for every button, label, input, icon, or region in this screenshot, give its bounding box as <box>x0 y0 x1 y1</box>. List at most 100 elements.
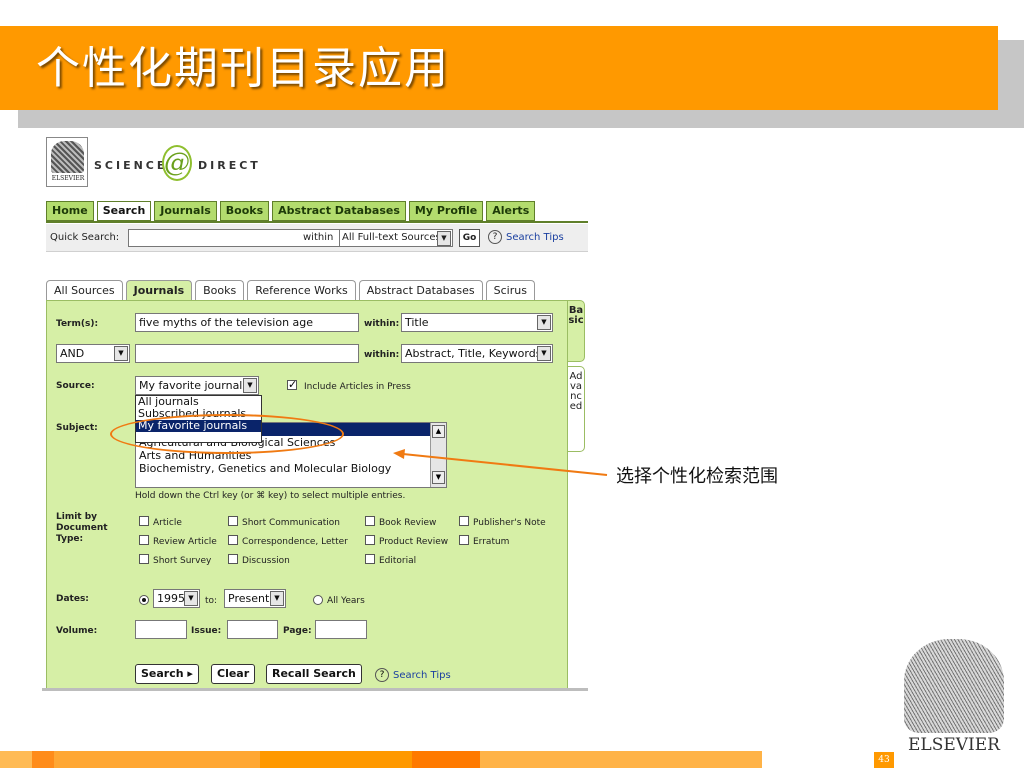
doc-book-review-checkbox[interactable] <box>365 516 375 526</box>
term-input-1[interactable]: five myths of the television age <box>135 313 359 332</box>
callout-arrow-head <box>393 449 405 459</box>
within-select-2[interactable]: Abstract, Title, Keywords ▼ <box>401 344 553 363</box>
clear-button[interactable]: Clear <box>211 664 256 684</box>
tree-icon <box>904 639 1004 733</box>
within-value-2: Abstract, Title, Keywords <box>405 347 542 360</box>
nav-books[interactable]: Books <box>219 201 270 221</box>
logo-word-science: SCIENCE <box>94 159 168 172</box>
date-from-select[interactable]: 1995 ▼ <box>153 589 200 608</box>
doc-correspondence-label: Correspondence, Letter <box>242 537 348 547</box>
within-value-1: Title <box>405 316 429 329</box>
source-label: Source: <box>56 381 95 391</box>
doc-publishers-note-checkbox[interactable] <box>459 516 469 526</box>
source-tabs: All Sources Journals Books Reference Wor… <box>46 280 535 300</box>
recall-search-button[interactable]: Recall Search <box>266 664 362 684</box>
doc-product-review-label: Product Review <box>379 537 449 547</box>
elsevier-mini-logo: ELSEVIER <box>46 137 88 187</box>
callout-arrow <box>393 449 608 476</box>
nav-my-profile[interactable]: My Profile <box>408 201 484 221</box>
quick-scope-value: All Full-text Sources <box>342 232 441 243</box>
chevron-down-icon: ▼ <box>114 346 128 361</box>
nav-divider <box>46 221 588 223</box>
source-select[interactable]: My favorite journals ▼ <box>135 376 259 395</box>
strip-seg-3 <box>54 751 260 768</box>
date-to-select[interactable]: Present ▼ <box>224 589 286 608</box>
chevron-down-icon: ▼ <box>270 591 284 606</box>
quick-scope-select[interactable]: All Full-text Sources ▼ <box>339 229 453 247</box>
chevron-down-icon: ▼ <box>537 315 551 330</box>
doc-short-survey-checkbox[interactable] <box>139 554 149 564</box>
doc-editorial-label: Editorial <box>379 556 417 566</box>
logo-word-direct: DIRECT <box>198 159 261 172</box>
date-to-value: Present <box>228 592 270 605</box>
chevron-down-icon: ▼ <box>184 591 198 606</box>
main-nav: Home Search Journals Books Abstract Data… <box>46 201 536 221</box>
all-years-radio[interactable] <box>313 595 323 605</box>
tab-reference-works[interactable]: Reference Works <box>247 280 356 300</box>
page-number: 43 <box>874 752 894 768</box>
doc-article-label: Article <box>153 518 182 528</box>
nav-alerts[interactable]: Alerts <box>486 201 536 221</box>
tab-abstract-databases[interactable]: Abstract Databases <box>358 280 483 300</box>
help-icon[interactable]: ? <box>488 230 502 244</box>
within-label-1: within: <box>364 319 400 329</box>
nav-abstract-databases[interactable]: Abstract Databases <box>272 201 406 221</box>
help-icon[interactable]: ? <box>375 668 389 682</box>
within-select-1[interactable]: Title ▼ <box>401 313 553 332</box>
within-label-2: within: <box>364 350 400 360</box>
issue-input[interactable] <box>227 620 278 639</box>
search-button[interactable]: Search ▸ <box>135 664 199 684</box>
strip-seg-5 <box>412 751 480 768</box>
all-years-label: All Years <box>327 596 365 606</box>
search-tips-link[interactable]: Search Tips <box>393 670 451 681</box>
volume-input[interactable] <box>135 620 187 639</box>
tab-all-sources[interactable]: All Sources <box>46 280 123 300</box>
quick-within-label: within <box>303 232 334 243</box>
tab-books[interactable]: Books <box>195 280 245 300</box>
tab-basic[interactable]: Basic <box>567 300 585 362</box>
sciencedirect-logo[interactable]: ELSEVIER SCIENCE @ DIRECT <box>46 137 258 189</box>
term-input-2[interactable] <box>135 344 359 363</box>
tree-icon <box>51 141 84 173</box>
include-press-checkbox[interactable] <box>287 378 297 391</box>
strip-seg-1 <box>0 751 32 768</box>
page-input[interactable] <box>315 620 367 639</box>
go-button[interactable]: Go <box>459 229 480 247</box>
date-to-label: to: <box>205 596 218 606</box>
quick-search-tips-link[interactable]: Search Tips <box>506 232 564 243</box>
strip-seg-4 <box>260 751 412 768</box>
doc-product-review-checkbox[interactable] <box>365 535 375 545</box>
scroll-up-icon[interactable]: ▲ <box>432 425 445 438</box>
include-press-label: Include Articles in Press <box>304 382 411 392</box>
doc-book-review-label: Book Review <box>379 518 437 528</box>
quick-search-bar: Quick Search: within All Full-text Sourc… <box>46 224 588 252</box>
issue-label: Issue: <box>191 626 222 636</box>
doc-review-article-checkbox[interactable] <box>139 535 149 545</box>
date-range-radio[interactable] <box>139 595 149 605</box>
doc-erratum-label: Erratum <box>473 537 510 547</box>
tab-journals[interactable]: Journals <box>125 280 193 300</box>
doc-review-article-label: Review Article <box>153 537 217 547</box>
nav-search[interactable]: Search <box>96 201 152 221</box>
strip-seg-2 <box>32 751 54 768</box>
doc-short-survey-label: Short Survey <box>153 556 212 566</box>
doc-correspondence-checkbox[interactable] <box>228 535 238 545</box>
doc-publishers-note-label: Publisher's Note <box>473 518 546 528</box>
bottom-color-strip <box>0 751 762 768</box>
operator-select[interactable]: AND ▼ <box>56 344 130 363</box>
doc-discussion-checkbox[interactable] <box>228 554 238 564</box>
doc-erratum-checkbox[interactable] <box>459 535 469 545</box>
chevron-down-icon: ▼ <box>243 378 257 393</box>
operator-value: AND <box>60 347 85 360</box>
tab-scirus[interactable]: Scirus <box>485 280 535 300</box>
chevron-down-icon: ▼ <box>537 346 551 361</box>
nav-home[interactable]: Home <box>46 201 94 221</box>
doc-article-checkbox[interactable] <box>139 516 149 526</box>
nav-journals[interactable]: Journals <box>154 201 217 221</box>
at-sign-icon: @ <box>162 145 192 181</box>
page-label: Page: <box>283 626 312 636</box>
subject-label: Subject: <box>56 423 98 433</box>
doc-short-communication-checkbox[interactable] <box>228 516 238 526</box>
doc-editorial-checkbox[interactable] <box>365 554 375 564</box>
slide-title: 个性化期刊目录应用 <box>36 43 450 94</box>
